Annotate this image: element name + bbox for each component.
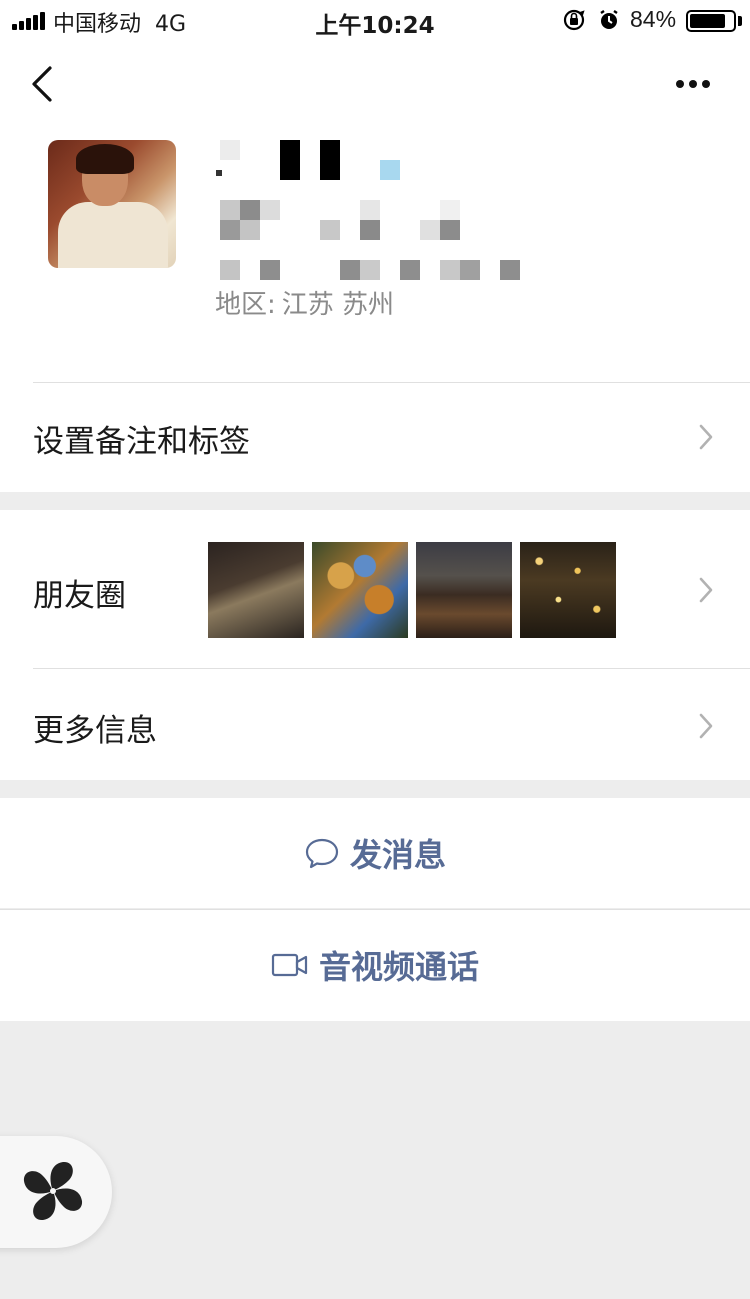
moments-label: 朋友圈 xyxy=(33,578,126,614)
moments-photo-2 xyxy=(312,542,408,638)
chevron-right-icon xyxy=(699,424,713,450)
send-message-button[interactable]: 发消息 xyxy=(0,798,750,908)
moments-photo-3 xyxy=(416,542,512,638)
remark-tags-label: 设置备注和标签 xyxy=(33,424,250,460)
divider xyxy=(33,668,750,669)
chevron-right-icon xyxy=(699,713,713,739)
moments-photo-4 xyxy=(520,542,616,638)
send-message-label: 发消息 xyxy=(349,836,446,874)
region-info: 地区: 江苏 苏州 xyxy=(215,284,400,321)
battery-fill xyxy=(690,14,725,28)
rotation-lock-icon xyxy=(563,9,585,31)
video-call-label: 音视频通话 xyxy=(318,948,479,986)
profile-header: 地区: 江苏 苏州 xyxy=(0,42,750,382)
pinwheel-icon xyxy=(23,1161,83,1221)
back-button[interactable] xyxy=(24,62,64,106)
floating-window-button[interactable] xyxy=(0,1136,112,1248)
chat-bubble-icon xyxy=(305,838,339,869)
video-call-button[interactable]: 音视频通话 xyxy=(0,909,750,1021)
video-camera-icon xyxy=(271,953,308,977)
more-info-row[interactable]: 更多信息 xyxy=(0,668,750,780)
battery-percent: 84% xyxy=(630,6,677,32)
divider xyxy=(33,382,750,383)
battery-icon xyxy=(686,10,736,32)
more-options-button[interactable] xyxy=(668,70,718,98)
status-bar: 中国移动 4G 上午10:24 84% xyxy=(0,0,750,42)
alarm-icon xyxy=(600,10,618,29)
moments-photo-1 xyxy=(208,542,304,638)
avatar[interactable] xyxy=(48,140,176,268)
region-value: 江苏 苏州 xyxy=(281,290,395,320)
remark-tags-row[interactable]: 设置备注和标签 xyxy=(0,382,750,492)
battery-tip xyxy=(738,16,742,26)
region-label: 地区: xyxy=(215,290,276,320)
chevron-right-icon xyxy=(699,577,713,603)
more-info-label: 更多信息 xyxy=(33,713,157,749)
